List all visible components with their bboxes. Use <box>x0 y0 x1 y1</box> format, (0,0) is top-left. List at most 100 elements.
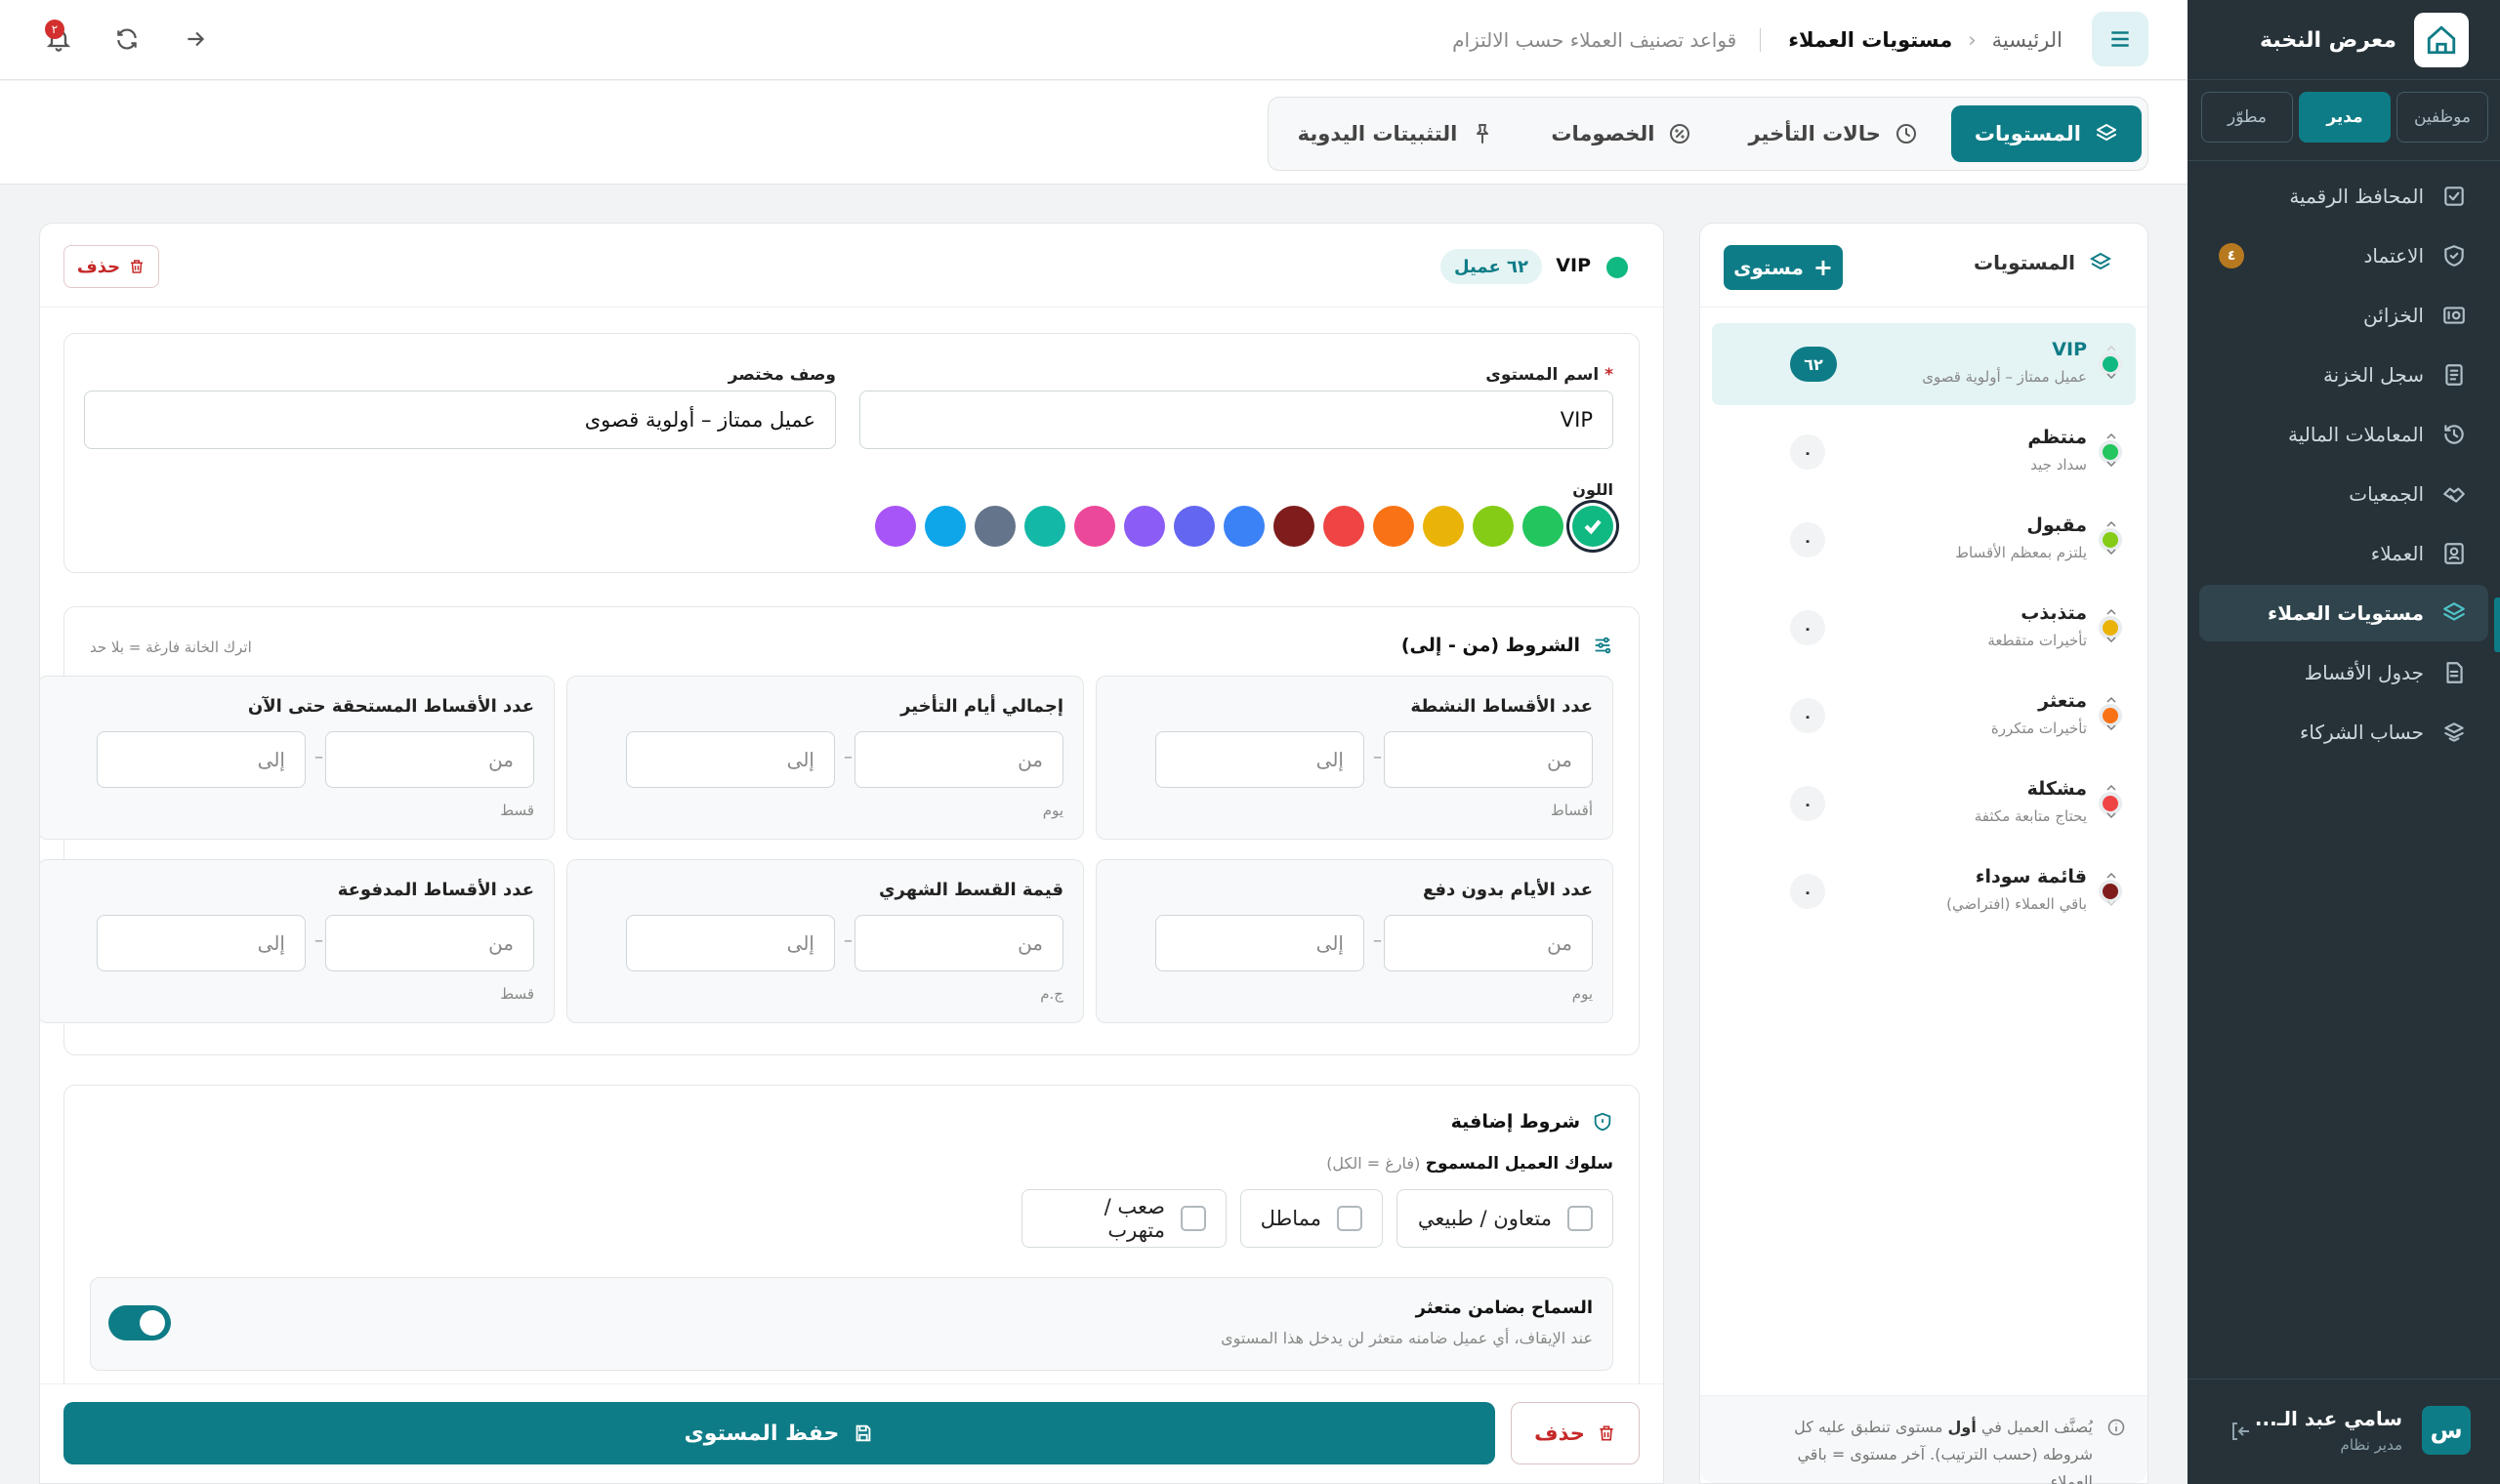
arrow-right-icon[interactable] <box>176 20 215 59</box>
color-swatch[interactable] <box>1522 506 1563 547</box>
sidebar-item-1[interactable]: الاعتماد ٤ <box>2199 227 2488 284</box>
sidebar-item-5[interactable]: الجمعيات <box>2199 466 2488 522</box>
refresh-icon[interactable] <box>107 20 146 59</box>
color-swatch[interactable] <box>925 506 966 547</box>
level-item[interactable]: VIP عميل ممتاز – أولوية قصوى ٦٢ <box>1712 323 2136 405</box>
editor-level-name: VIP <box>1556 255 1591 276</box>
chevron-up-icon[interactable] <box>2103 516 2120 532</box>
chevron-down-icon[interactable] <box>2103 456 2120 472</box>
level-item[interactable]: مقبول يلتزم بمعظم الأقساط ٠ <box>1712 499 2136 581</box>
basic-info-card: * اسم المستوى VIP وصف مختصر عميل ممتاز –… <box>63 333 1640 573</box>
color-swatch[interactable] <box>875 506 916 547</box>
delete-level-bottom-button[interactable]: حذف <box>1511 1402 1640 1464</box>
chevron-up-icon[interactable] <box>2103 429 2120 444</box>
condition-to-input[interactable]: إلى <box>626 915 835 971</box>
color-swatch[interactable] <box>1224 506 1265 547</box>
breadcrumb-home[interactable]: الرئيسية <box>1992 28 2062 52</box>
chevron-up-icon[interactable] <box>2103 868 2120 884</box>
user-card[interactable]: س سامي عبد الـ... مدير نظام <box>2255 1406 2471 1455</box>
sidebar-item-6[interactable]: العملاء <box>2199 525 2488 582</box>
levels-panel-footer: يُصنَّف العميل في أول مستوى تنطبق عليه ك… <box>1700 1395 2147 1484</box>
color-swatch[interactable] <box>1074 506 1115 547</box>
logout-icon[interactable] <box>2229 1420 2252 1443</box>
color-swatch[interactable] <box>1174 506 1215 547</box>
level-item[interactable]: مشكلة يحتاج متابعة مكثفة ٠ <box>1712 763 2136 845</box>
bell-icon[interactable]: ٢ <box>39 20 78 59</box>
delete-level-button[interactable]: حذف <box>63 245 159 288</box>
chevron-up-icon[interactable] <box>2103 692 2120 708</box>
tab-3[interactable]: التثبيتات اليدوية <box>1274 105 1519 162</box>
chevron-down-icon[interactable] <box>2103 632 2120 647</box>
sidebar-item-4[interactable]: المعاملات المالية <box>2199 406 2488 463</box>
avatar: س <box>2422 1406 2471 1455</box>
condition-from-input[interactable]: من <box>325 731 534 788</box>
sidebar-item-label: حساب الشركاء <box>2299 721 2424 744</box>
level-description-input[interactable]: عميل ممتاز – أولوية قصوى <box>84 391 836 449</box>
color-swatch[interactable] <box>1024 506 1065 547</box>
color-swatch[interactable] <box>1373 506 1414 547</box>
history-icon <box>2441 422 2467 447</box>
range-dash: – <box>314 747 323 767</box>
condition-from-input[interactable]: من <box>1384 915 1593 971</box>
condition-from-input[interactable]: من <box>854 915 1063 971</box>
color-swatch[interactable] <box>1273 506 1314 547</box>
level-item[interactable]: قائمة سوداء باقي العملاء (افتراضي) ٠ <box>1712 850 2136 932</box>
role-manager[interactable]: مدير <box>2299 92 2391 143</box>
sidebar-item-8[interactable]: جدول الأقساط <box>2199 644 2488 701</box>
color-swatch[interactable] <box>1572 506 1613 547</box>
color-swatch[interactable] <box>1323 506 1364 547</box>
chevron-up-icon[interactable] <box>2103 341 2120 356</box>
sidebar-item-9[interactable]: حساب الشركاء <box>2199 704 2488 761</box>
role-staff[interactable]: موظفين <box>2396 92 2488 143</box>
save-level-button[interactable]: حفظ المستوى <box>63 1402 1495 1464</box>
approval-badge: ٤ <box>2219 243 2244 268</box>
checkbox <box>1181 1206 1206 1231</box>
color-swatch[interactable] <box>1423 506 1464 547</box>
level-item[interactable]: متعثر تأخيرات متكررة ٠ <box>1712 675 2136 757</box>
condition-from-input[interactable]: من <box>854 731 1063 788</box>
add-level-button[interactable]: + مستوى <box>1724 245 1843 290</box>
chevron-up-icon[interactable] <box>2103 604 2120 620</box>
chevron-down-icon[interactable] <box>2103 368 2120 384</box>
condition-to-input[interactable]: إلى <box>97 731 306 788</box>
condition-from-input[interactable]: من <box>325 915 534 971</box>
behavior-evasive-checkbox[interactable]: صعب / متهرب <box>1021 1189 1227 1248</box>
layers-icon <box>2441 600 2467 626</box>
level-item[interactable]: متذبذب تأخيرات متقطعة ٠ <box>1712 587 2136 669</box>
chevron-down-icon[interactable] <box>2103 895 2120 911</box>
condition-to-input[interactable]: إلى <box>626 731 835 788</box>
condition-from-input[interactable]: من <box>1384 731 1593 788</box>
sidebar-item-7[interactable]: مستويات العملاء <box>2199 585 2488 641</box>
condition-range: عدد الأقساط النشطة من – إلى أقساط <box>1096 676 1613 840</box>
level-name: مقبول <box>2026 515 2087 536</box>
color-label: اللون <box>1572 480 1613 499</box>
condition-to-input[interactable]: إلى <box>1155 915 1364 971</box>
range-dash: – <box>844 747 853 767</box>
sidebar-item-2[interactable]: الخزائن <box>2199 287 2488 344</box>
behavior-procrastinator-checkbox[interactable]: مماطل <box>1240 1189 1383 1248</box>
chevron-down-icon[interactable] <box>2103 807 2120 823</box>
role-developer[interactable]: مطوّر <box>2201 92 2293 143</box>
sidebar-item-3[interactable]: سجل الخزنة <box>2199 347 2488 403</box>
sidebar-item-0[interactable]: المحافظ الرقمية <box>2199 168 2488 225</box>
add-level-label: مستوى <box>1733 256 1804 279</box>
color-swatch[interactable] <box>1124 506 1165 547</box>
chevron-down-icon[interactable] <box>2103 544 2120 559</box>
behavior-cooperative-checkbox[interactable]: متعاون / طبيعي <box>1396 1189 1613 1248</box>
chevron-down-icon[interactable] <box>2103 720 2120 735</box>
brand[interactable]: معرض النخبة <box>2260 13 2469 67</box>
condition-to-input[interactable]: إلى <box>97 915 306 971</box>
level-client-count: ٠ <box>1790 610 1825 645</box>
tab-2[interactable]: الخصومات <box>1527 105 1715 162</box>
color-swatch[interactable] <box>975 506 1016 547</box>
chevron-up-icon[interactable] <box>2103 780 2120 796</box>
level-item[interactable]: منتظم سداد جيد ٠ <box>1712 411 2136 493</box>
level-name-input[interactable]: VIP <box>859 391 1613 449</box>
guarantor-toggle[interactable] <box>108 1305 171 1340</box>
menu-toggle-button[interactable] <box>2092 12 2148 66</box>
color-swatch[interactable] <box>1473 506 1514 547</box>
condition-to-input[interactable]: إلى <box>1155 731 1364 788</box>
levels-title: المستويات <box>1974 251 2112 274</box>
tab-1[interactable]: حالات التأخير <box>1725 105 1940 162</box>
tab-0[interactable]: المستويات <box>1950 105 2142 162</box>
